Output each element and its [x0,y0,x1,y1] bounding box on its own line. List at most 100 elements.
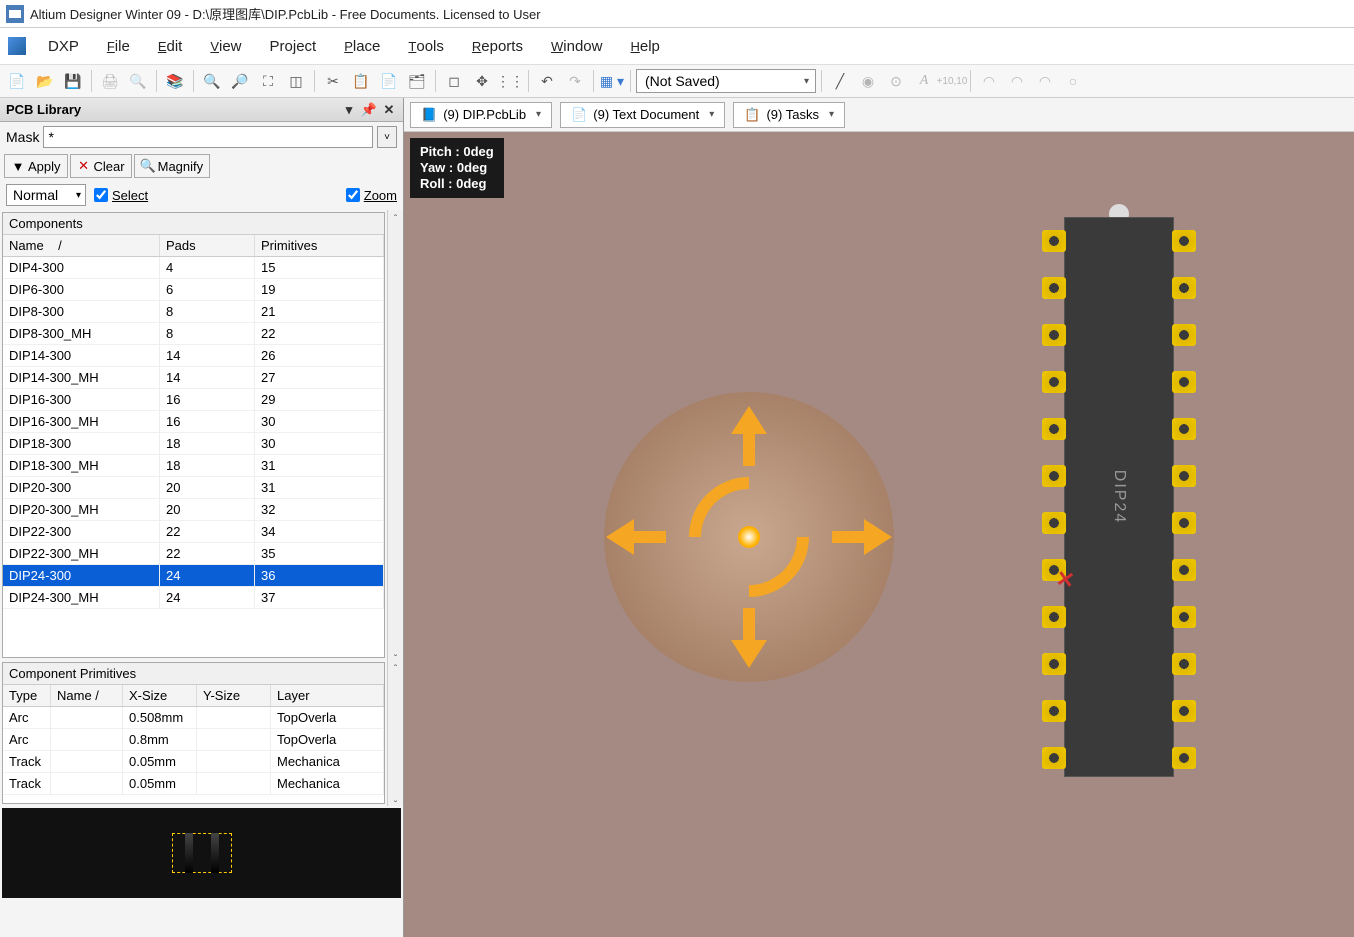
primitive-row[interactable]: Track0.05mmMechanica [3,773,384,795]
component-row[interactable]: DIP8-300821 [3,301,384,323]
menu-window[interactable]: Window [537,32,616,61]
mask-dropdown[interactable]: ˅ [377,126,397,148]
footprint-preview[interactable] [2,808,401,898]
undo-icon[interactable]: ↶ [534,68,560,94]
move-icon[interactable]: ✥ [469,68,495,94]
component-row[interactable]: DIP22-3002234 [3,521,384,543]
component-row[interactable]: DIP6-300619 [3,279,384,301]
arc-any-icon[interactable]: ◠ [1032,68,1058,94]
pin-icon [1172,747,1196,769]
clear-button[interactable]: ✕Clear [70,154,132,178]
panel-close-icon[interactable]: ✕ [381,102,397,118]
component-row[interactable]: DIP14-3001426 [3,345,384,367]
arc-edge-icon[interactable]: ◠ [1004,68,1030,94]
zoom-out-icon[interactable]: 🔎 [227,68,253,94]
magnify-button[interactable]: 🔍Magnify [134,154,211,178]
string-icon[interactable]: A [911,68,937,94]
select-rect-icon[interactable]: ◻ [441,68,467,94]
tab-text-doc[interactable]: 📄(9) Text Document▾ [560,102,725,128]
component-row[interactable]: DIP18-300_MH1831 [3,455,384,477]
pcb-canvas[interactable]: Pitch : 0deg Yaw : 0deg Roll : 0deg DIP2… [404,132,1354,937]
zoom-select-icon[interactable]: ◫ [283,68,309,94]
primitives-header[interactable]: Type Name / X-Size Y-Size Layer [3,685,384,707]
scroll-down-icon[interactable]: ˬ [388,788,403,806]
chip-render: DIP24 ✕ [1034,212,1204,792]
menu-reports[interactable]: Reports [458,32,537,61]
arrow-right-icon[interactable] [832,519,892,555]
zoom-fit-icon[interactable]: ⛶ [255,68,281,94]
scroll-down-icon[interactable]: ˬ [388,642,403,660]
mode-combo[interactable]: Normal [6,184,86,206]
via-icon[interactable]: ⊙ [883,68,909,94]
pin-icon [1172,465,1196,487]
copy-icon[interactable]: 📋 [348,68,374,94]
primitive-row[interactable]: Track0.05mmMechanica [3,751,384,773]
redo-icon[interactable]: ↷ [562,68,588,94]
components-header[interactable]: Name / Pads Primitives [3,235,384,257]
menu-view[interactable]: View [196,32,255,61]
chip-label: DIP24 [1110,470,1128,524]
tab-tasks[interactable]: 📋(9) Tasks▾ [733,102,845,128]
line-icon[interactable]: ╱ [827,68,853,94]
scroll-up-icon[interactable]: ˆ [388,660,403,678]
components-icon[interactable]: 🗂 [404,68,430,94]
component-row[interactable]: DIP14-300_MH1427 [3,367,384,389]
primitives-grid: Component Primitives Type Name / X-Size … [2,662,385,804]
primitive-row[interactable]: Arc0.8mmTopOverla [3,729,384,751]
component-row[interactable]: DIP24-300_MH2437 [3,587,384,609]
menu-edit[interactable]: Edit [144,32,197,61]
zoom-checkbox[interactable]: Zoom [346,188,397,203]
pin-icon [1172,324,1196,346]
deselect-icon[interactable]: ⋮⋮ [497,68,523,94]
workspace-combo[interactable]: (Not Saved) [636,69,816,93]
primitives-scrollbar[interactable]: ˆ ˬ [387,660,403,806]
paste-icon[interactable]: 📄 [376,68,402,94]
zoom-in-icon[interactable]: 🔍 [199,68,225,94]
menu-help[interactable]: Help [616,32,673,61]
panel-menu-icon[interactable]: ▾ [341,102,357,118]
menu-tools[interactable]: Tools [394,32,457,61]
3d-nav-compass[interactable] [604,392,894,682]
circle-icon[interactable]: ○ [1060,68,1086,94]
component-row[interactable]: DIP20-3002031 [3,477,384,499]
compass-center-icon[interactable] [738,526,760,548]
panel-pin-icon[interactable]: 📌 [361,102,377,118]
menu-dxp[interactable]: DXP [34,32,93,61]
component-row[interactable]: DIP8-300_MH822 [3,323,384,345]
pin-icon [1042,371,1066,393]
save-icon[interactable]: 💾 [60,68,86,94]
component-row[interactable]: DIP20-300_MH2032 [3,499,384,521]
component-row[interactable]: DIP22-300_MH2235 [3,543,384,565]
component-row[interactable]: DIP18-3001830 [3,433,384,455]
select-checkbox[interactable]: Select [94,188,148,203]
component-row[interactable]: DIP24-3002436 [3,565,384,587]
scroll-up-icon[interactable]: ˆ [388,210,403,228]
arrow-down-icon[interactable] [731,608,767,668]
primitive-row[interactable]: Arc0.508mmTopOverla [3,707,384,729]
open-file-icon[interactable]: 📂 [32,68,58,94]
tab-pcblib[interactable]: 📘(9) DIP.PcbLib▾ [410,102,552,128]
component-row[interactable]: DIP16-300_MH1630 [3,411,384,433]
cut-icon[interactable]: ✂ [320,68,346,94]
component-row[interactable]: DIP4-300415 [3,257,384,279]
pin-icon [1042,653,1066,675]
preview-icon[interactable]: 🔍 [125,68,151,94]
coord-icon[interactable]: +10,10 [939,68,965,94]
component-row[interactable]: DIP16-3001629 [3,389,384,411]
grid-icon[interactable]: ▦ ▾ [599,68,625,94]
menu-project[interactable]: Project [256,32,331,61]
menu-place[interactable]: Place [330,32,394,61]
mask-input[interactable] [43,126,373,148]
layers-icon[interactable]: 📚 [162,68,188,94]
dxp-logo-icon [8,37,26,55]
components-scrollbar[interactable]: ˆ ˬ [387,210,403,660]
apply-button[interactable]: ▼Apply [4,154,68,178]
print-icon[interactable]: 🖨 [97,68,123,94]
pad-icon[interactable]: ◉ [855,68,881,94]
new-file-icon[interactable]: 📄 [4,68,30,94]
origin-marker-icon: ✕ [1053,566,1076,595]
menu-file[interactable]: File [93,32,144,61]
arc-center-icon[interactable]: ◠ [976,68,1002,94]
arrow-up-icon[interactable] [731,406,767,466]
arrow-left-icon[interactable] [606,519,666,555]
